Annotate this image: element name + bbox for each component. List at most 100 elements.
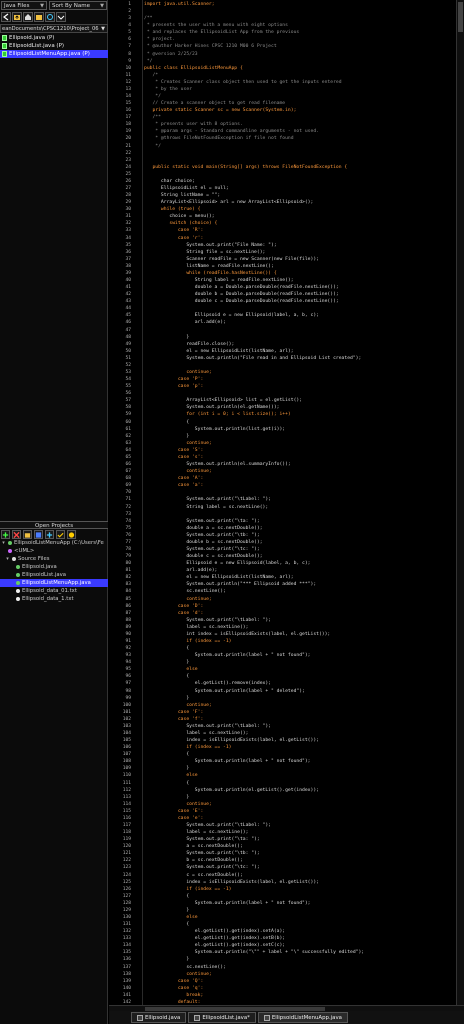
code-line[interactable]: * @author Harker Hines CPSC 1210 M00 6 P… <box>144 44 277 51</box>
code-line[interactable]: label = sc.nextLine(); <box>144 731 248 738</box>
up-folder-button[interactable] <box>12 12 22 22</box>
code-line[interactable]: double a = sc.nextDouble(); <box>144 526 262 533</box>
code-area[interactable]: import java.util.Scanner; /** * presents … <box>144 0 454 1005</box>
code-line[interactable]: choice = menu(); <box>144 214 214 221</box>
file-type-select[interactable]: Java Files ▼ <box>1 1 47 10</box>
code-line[interactable]: readFile.close(); <box>144 342 234 349</box>
file-item[interactable]: EllipsoidList.java (P) <box>0 42 108 50</box>
tab-ellipsoid-list-menu-app[interactable]: EllipsoidListMenuApp.java <box>257 1012 348 1023</box>
code-line[interactable]: private static Scanner sc = new Scanner(… <box>144 108 296 115</box>
code-line[interactable]: System.out.println(list.get(i)); <box>144 427 285 434</box>
code-line[interactable]: } <box>144 795 189 802</box>
code-line[interactable]: case 'R': <box>144 228 203 235</box>
refresh-button[interactable] <box>45 12 55 22</box>
code-line[interactable]: * Creates Scanner class object then used… <box>144 80 341 87</box>
code-line[interactable]: /** <box>144 16 152 23</box>
code-line[interactable]: el = new EllipsoidList(listName, arl); <box>144 349 293 356</box>
code-line[interactable]: double c = sc.nextDouble(); <box>144 554 262 561</box>
code-line[interactable]: System.out.print("\ta: "); <box>144 837 259 844</box>
code-line[interactable]: case 'f': <box>144 717 203 724</box>
code-line[interactable]: Ellipsoid e = new Ellipsoid(label, a, b,… <box>144 561 310 568</box>
code-line[interactable]: double b = sc.nextDouble(); <box>144 540 262 547</box>
code-line[interactable]: case 'S': <box>144 448 203 455</box>
code-line[interactable]: System.out.println(label + " not found")… <box>144 759 311 766</box>
code-line[interactable]: { <box>144 922 189 929</box>
code-line[interactable]: continue; <box>144 441 211 448</box>
code-line[interactable]: System.out.print("\tLabel: "); <box>144 497 271 504</box>
code-line[interactable]: continue; <box>144 469 211 476</box>
code-line[interactable]: String file = sc.nextLine(); <box>144 250 265 257</box>
code-line[interactable]: System.out.print("\tLabel: "); <box>144 823 271 830</box>
tree-file-item[interactable]: EllipsoidList.java <box>0 571 108 579</box>
code-line[interactable]: { <box>144 894 189 901</box>
code-line[interactable]: System.out.print("\tc: "); <box>144 547 259 554</box>
code-line[interactable]: a = sc.nextDouble(); <box>144 844 242 851</box>
code-line[interactable]: System.out.print("\tc: "); <box>144 865 259 872</box>
code-line[interactable]: public class EllipsoidListMenuApp { <box>144 66 243 73</box>
code-line[interactable]: case 's': <box>144 455 203 462</box>
tree-file-item-selected[interactable]: EllipsoidListMenuApp.java <box>0 579 108 587</box>
code-line[interactable]: case 'd': <box>144 611 203 618</box>
code-line[interactable]: else <box>144 773 197 780</box>
code-line[interactable]: continue; <box>144 597 211 604</box>
remove-project-button[interactable] <box>12 530 21 539</box>
compile-button[interactable] <box>45 530 54 539</box>
code-line[interactable]: el.getList().get(index).setB(b); <box>144 936 285 943</box>
tab-ellipsoid-list[interactable]: EllipsoidList.java* <box>188 1012 256 1023</box>
code-line[interactable]: continue; <box>144 802 211 809</box>
code-line[interactable]: listName = readFile.nextLine(); <box>144 264 274 271</box>
add-project-button[interactable] <box>1 530 10 539</box>
code-line[interactable]: * by the user <box>144 87 192 94</box>
code-line[interactable]: System.out.println(label + " not found")… <box>144 901 311 908</box>
code-line[interactable]: case 'q': <box>144 986 203 993</box>
code-editor[interactable]: 1 2 3 4 5 6 7 8 9 10 11 12 13 14 15 16 17 18 19 20 21 22 23 24 2… <box>109 0 464 1005</box>
code-line[interactable]: el.getList().get(index).setC(c); <box>144 943 285 950</box>
code-line[interactable]: case 'r': <box>144 236 203 243</box>
source-files-node[interactable]: ▾ Source Files <box>0 555 108 563</box>
folder-button[interactable] <box>34 12 44 22</box>
back-button[interactable] <box>1 12 11 22</box>
code-line[interactable]: { <box>144 752 189 759</box>
code-line[interactable]: Scanner readFile = new Scanner(new File(… <box>144 257 319 264</box>
check-button[interactable] <box>56 530 65 539</box>
code-line[interactable]: * presents user with 8 options. <box>144 122 243 129</box>
code-line[interactable]: } <box>144 660 189 667</box>
tab-ellipsoid[interactable]: Ellipsoid.java <box>131 1012 187 1023</box>
code-line[interactable]: arl.add(e); <box>144 568 217 575</box>
code-line[interactable]: // Create a scanner object to get read f… <box>144 101 285 108</box>
code-line[interactable]: else <box>144 915 197 922</box>
code-line[interactable]: double a = Double.parseDouble(readFile.n… <box>144 285 339 292</box>
code-line[interactable]: case 'A': <box>144 476 203 483</box>
code-line[interactable]: * presents the user with a menu with eig… <box>144 23 288 30</box>
code-line[interactable]: System.out.print("\ta: "); <box>144 519 259 526</box>
code-line[interactable]: EllipsoidList el = null; <box>144 186 229 193</box>
view-menu-button[interactable] <box>56 12 66 22</box>
code-line[interactable]: case 'P': <box>144 377 203 384</box>
run-button[interactable] <box>67 530 76 539</box>
code-line[interactable]: if (index == -1) <box>144 887 231 894</box>
code-line[interactable]: * and replaces the EllipsoidList App fro… <box>144 30 299 37</box>
code-line[interactable]: el.getList().get(index).setA(a); <box>144 929 285 936</box>
code-line[interactable]: break; <box>144 993 203 1000</box>
code-line[interactable]: } <box>144 908 189 915</box>
code-line[interactable]: double c = Double.parseDouble(readFile.n… <box>144 299 339 306</box>
code-line[interactable]: label = sc.nextLine(); <box>144 830 248 837</box>
code-line[interactable]: el = new EllipsoidList(listName, arl); <box>144 575 293 582</box>
path-field[interactable]: eanDocuments\CPSC1210\Project_06 ▼ <box>0 24 108 33</box>
code-line[interactable]: System.out.println("File read in and Ell… <box>144 356 361 363</box>
code-line[interactable]: else <box>144 667 197 674</box>
code-line[interactable]: System.out.print("File Name: "); <box>144 243 276 250</box>
code-line[interactable]: public static void main(String[] args) t… <box>144 165 347 172</box>
code-line[interactable]: { <box>144 420 189 427</box>
tree-file-item[interactable]: Ellipsoid.java <box>0 563 108 571</box>
code-line[interactable]: double b = Double.parseDouble(readFile.n… <box>144 292 339 299</box>
sort-select[interactable]: Sort By Name ▼ <box>49 1 107 10</box>
code-line[interactable]: */ <box>144 94 161 101</box>
tree-file-item[interactable]: Ellipsoid_data_1.txt <box>0 595 108 603</box>
code-line[interactable]: System.out.println(label + " not found")… <box>144 653 311 660</box>
code-line[interactable]: ArrayList<Ellipsoid> arl = new ArrayList… <box>144 200 313 207</box>
new-project-button[interactable] <box>23 530 32 539</box>
code-line[interactable]: } <box>144 335 189 342</box>
code-line[interactable]: System.out.println(label + " deleted"); <box>144 689 305 696</box>
code-line[interactable]: continue; <box>144 972 211 979</box>
